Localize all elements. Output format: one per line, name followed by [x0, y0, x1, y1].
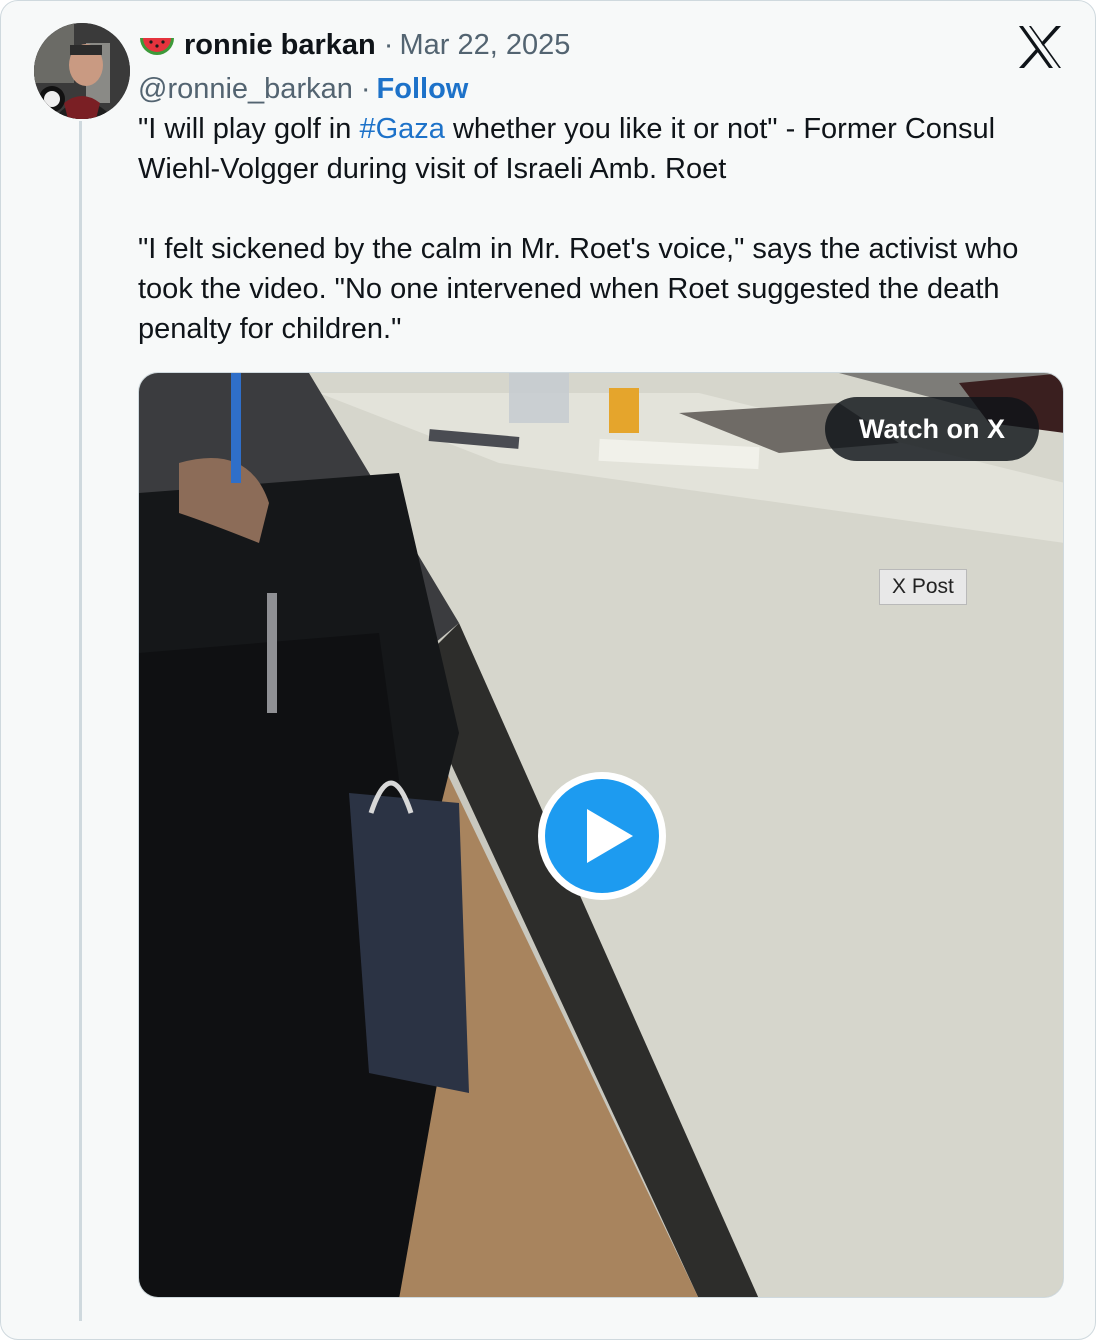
- video-media[interactable]: Watch on X X Post: [138, 372, 1064, 1298]
- post-subheader: @ronnie_barkan · Follow: [138, 69, 468, 109]
- post-paragraph-1: "I will play golf in #Gaza whether you l…: [138, 109, 1068, 189]
- handle-separator: ·: [360, 72, 371, 105]
- author-name[interactable]: ronnie barkan: [184, 29, 376, 62]
- post-date[interactable]: Mar 22, 2025: [399, 29, 570, 62]
- avatar-image: [34, 23, 130, 119]
- header-separator: ·: [383, 28, 394, 61]
- post-text: "I will play golf in #Gaza whether you l…: [138, 109, 1068, 349]
- x-logo-icon[interactable]: [1016, 23, 1064, 71]
- author-handle[interactable]: @ronnie_barkan: [138, 73, 353, 106]
- post-header: ronnie barkan · Mar 22, 2025: [138, 25, 570, 65]
- embedded-post-card: ronnie barkan · Mar 22, 2025 @ronnie_bar…: [0, 0, 1096, 1340]
- hashtag-link[interactable]: #Gaza: [359, 113, 444, 145]
- watermelon-icon: [140, 38, 174, 55]
- thread-line: [79, 121, 82, 1321]
- post-text-part: "I will play golf in: [138, 113, 360, 145]
- play-icon[interactable]: [535, 769, 669, 903]
- post-paragraph-2: "I felt sickened by the calm in Mr. Roet…: [138, 233, 1019, 345]
- follow-button[interactable]: Follow: [377, 73, 469, 106]
- watch-on-x-button[interactable]: Watch on X: [825, 397, 1039, 461]
- x-post-tooltip: X Post: [879, 569, 967, 605]
- avatar[interactable]: [34, 23, 130, 119]
